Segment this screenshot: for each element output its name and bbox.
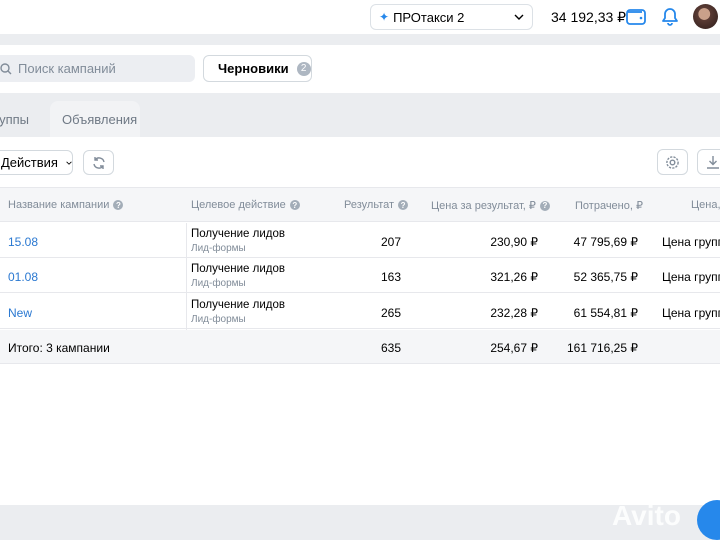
- total-label: Итого: 3 кампании: [8, 341, 110, 355]
- search-toolbar: Поиск кампаний Черновики 2: [0, 45, 720, 93]
- total-price: 254,67 ₽: [490, 341, 538, 355]
- result-value: 207: [380, 235, 401, 249]
- download-icon: [707, 156, 719, 169]
- target-action: Получение лидов: [191, 228, 285, 240]
- result-value: 163: [380, 270, 401, 284]
- target-action: Получение лидов: [191, 263, 285, 275]
- tab-ads[interactable]: Объявления: [50, 101, 140, 137]
- drafts-count-badge: 2: [296, 61, 311, 76]
- bid-value: Цена группы: [662, 235, 720, 249]
- column-divider: [186, 223, 187, 330]
- table-row[interactable]: 15.08 Получение лидов Лид-формы 207 230,…: [0, 223, 720, 258]
- price-value: 230,90 ₽: [490, 235, 538, 249]
- target-action-sub: Лид-формы: [191, 314, 246, 325]
- bid-value: Цена группы: [662, 270, 720, 284]
- spent-value: 61 554,81 ₽: [573, 306, 638, 320]
- help-icon[interactable]: ?: [539, 200, 550, 211]
- sparkle-icon: ✦: [379, 10, 390, 24]
- help-icon[interactable]: ?: [398, 200, 409, 210]
- price-value: 321,26 ₽: [490, 270, 538, 284]
- result-value: 265: [380, 306, 401, 320]
- search-icon: [0, 62, 12, 74]
- spent-value: 52 365,75 ₽: [573, 270, 638, 284]
- header-price-per-result[interactable]: Цена за результат, ₽?: [431, 199, 550, 212]
- search-input[interactable]: Поиск кампаний: [0, 55, 195, 82]
- campaign-name-link[interactable]: 15.08: [8, 235, 38, 249]
- download-button[interactable]: [697, 149, 720, 175]
- balance-amount: 34 192,33 ₽: [551, 9, 627, 25]
- total-result: 635: [380, 341, 401, 355]
- price-value: 232,28 ₽: [490, 306, 538, 320]
- target-action-sub: Лид-формы: [191, 243, 246, 254]
- top-bar: ✦ ПРОтакси 2 34 192,33 ₽: [0, 0, 720, 34]
- bid-value: Цена группы: [662, 306, 720, 320]
- wallet-icon[interactable]: [626, 8, 646, 25]
- settings-button[interactable]: [657, 149, 688, 175]
- refresh-icon: [92, 156, 105, 169]
- header-target-action[interactable]: Целевое действие?: [191, 199, 300, 211]
- table-total-row: Итого: 3 кампании 635 254,67 ₽ 161 716,2…: [0, 330, 720, 364]
- table-row[interactable]: New Получение лидов Лид-формы 265 232,28…: [0, 294, 720, 329]
- help-icon[interactable]: ?: [289, 200, 300, 210]
- campaign-name-link[interactable]: 01.08: [8, 270, 38, 284]
- tab-groups[interactable]: руппы: [0, 101, 44, 137]
- header-campaign-name[interactable]: Название кампании?: [8, 199, 124, 211]
- target-action: Получение лидов: [191, 299, 285, 311]
- account-selector[interactable]: ✦ ПРОтакси 2: [370, 4, 533, 30]
- bell-icon[interactable]: [661, 7, 679, 26]
- chevron-down-icon: [66, 160, 72, 165]
- help-icon[interactable]: ?: [113, 200, 124, 210]
- header-result[interactable]: Результат?: [344, 199, 409, 211]
- spent-value: 47 795,69 ₽: [573, 235, 638, 249]
- campaign-name-link[interactable]: New: [8, 306, 32, 320]
- avatar[interactable]: [693, 4, 718, 29]
- target-action-sub: Лид-формы: [191, 278, 246, 289]
- header-bid[interactable]: Цена,: [691, 199, 720, 211]
- account-name: ПРОтакси 2: [393, 9, 465, 25]
- header-spent[interactable]: Потрачено, ₽: [575, 199, 643, 212]
- avito-watermark: Avito: [612, 500, 681, 531]
- actions-dropdown[interactable]: Действия: [0, 150, 73, 175]
- campaigns-panel: Действия Название кампании? Целевое дейс…: [0, 137, 720, 505]
- chevron-down-icon: [514, 14, 524, 20]
- gear-icon: [666, 155, 679, 169]
- actions-label: Действия: [1, 155, 58, 170]
- total-spent: 161 716,25 ₽: [566, 341, 638, 355]
- drafts-label: Черновики: [218, 61, 289, 76]
- refresh-button[interactable]: [83, 150, 114, 175]
- table-header: Название кампании? Целевое действие? Рез…: [0, 187, 720, 222]
- search-placeholder: Поиск кампаний: [18, 61, 116, 76]
- drafts-button[interactable]: Черновики 2: [203, 55, 312, 82]
- table-row[interactable]: 01.08 Получение лидов Лид-формы 163 321,…: [0, 258, 720, 293]
